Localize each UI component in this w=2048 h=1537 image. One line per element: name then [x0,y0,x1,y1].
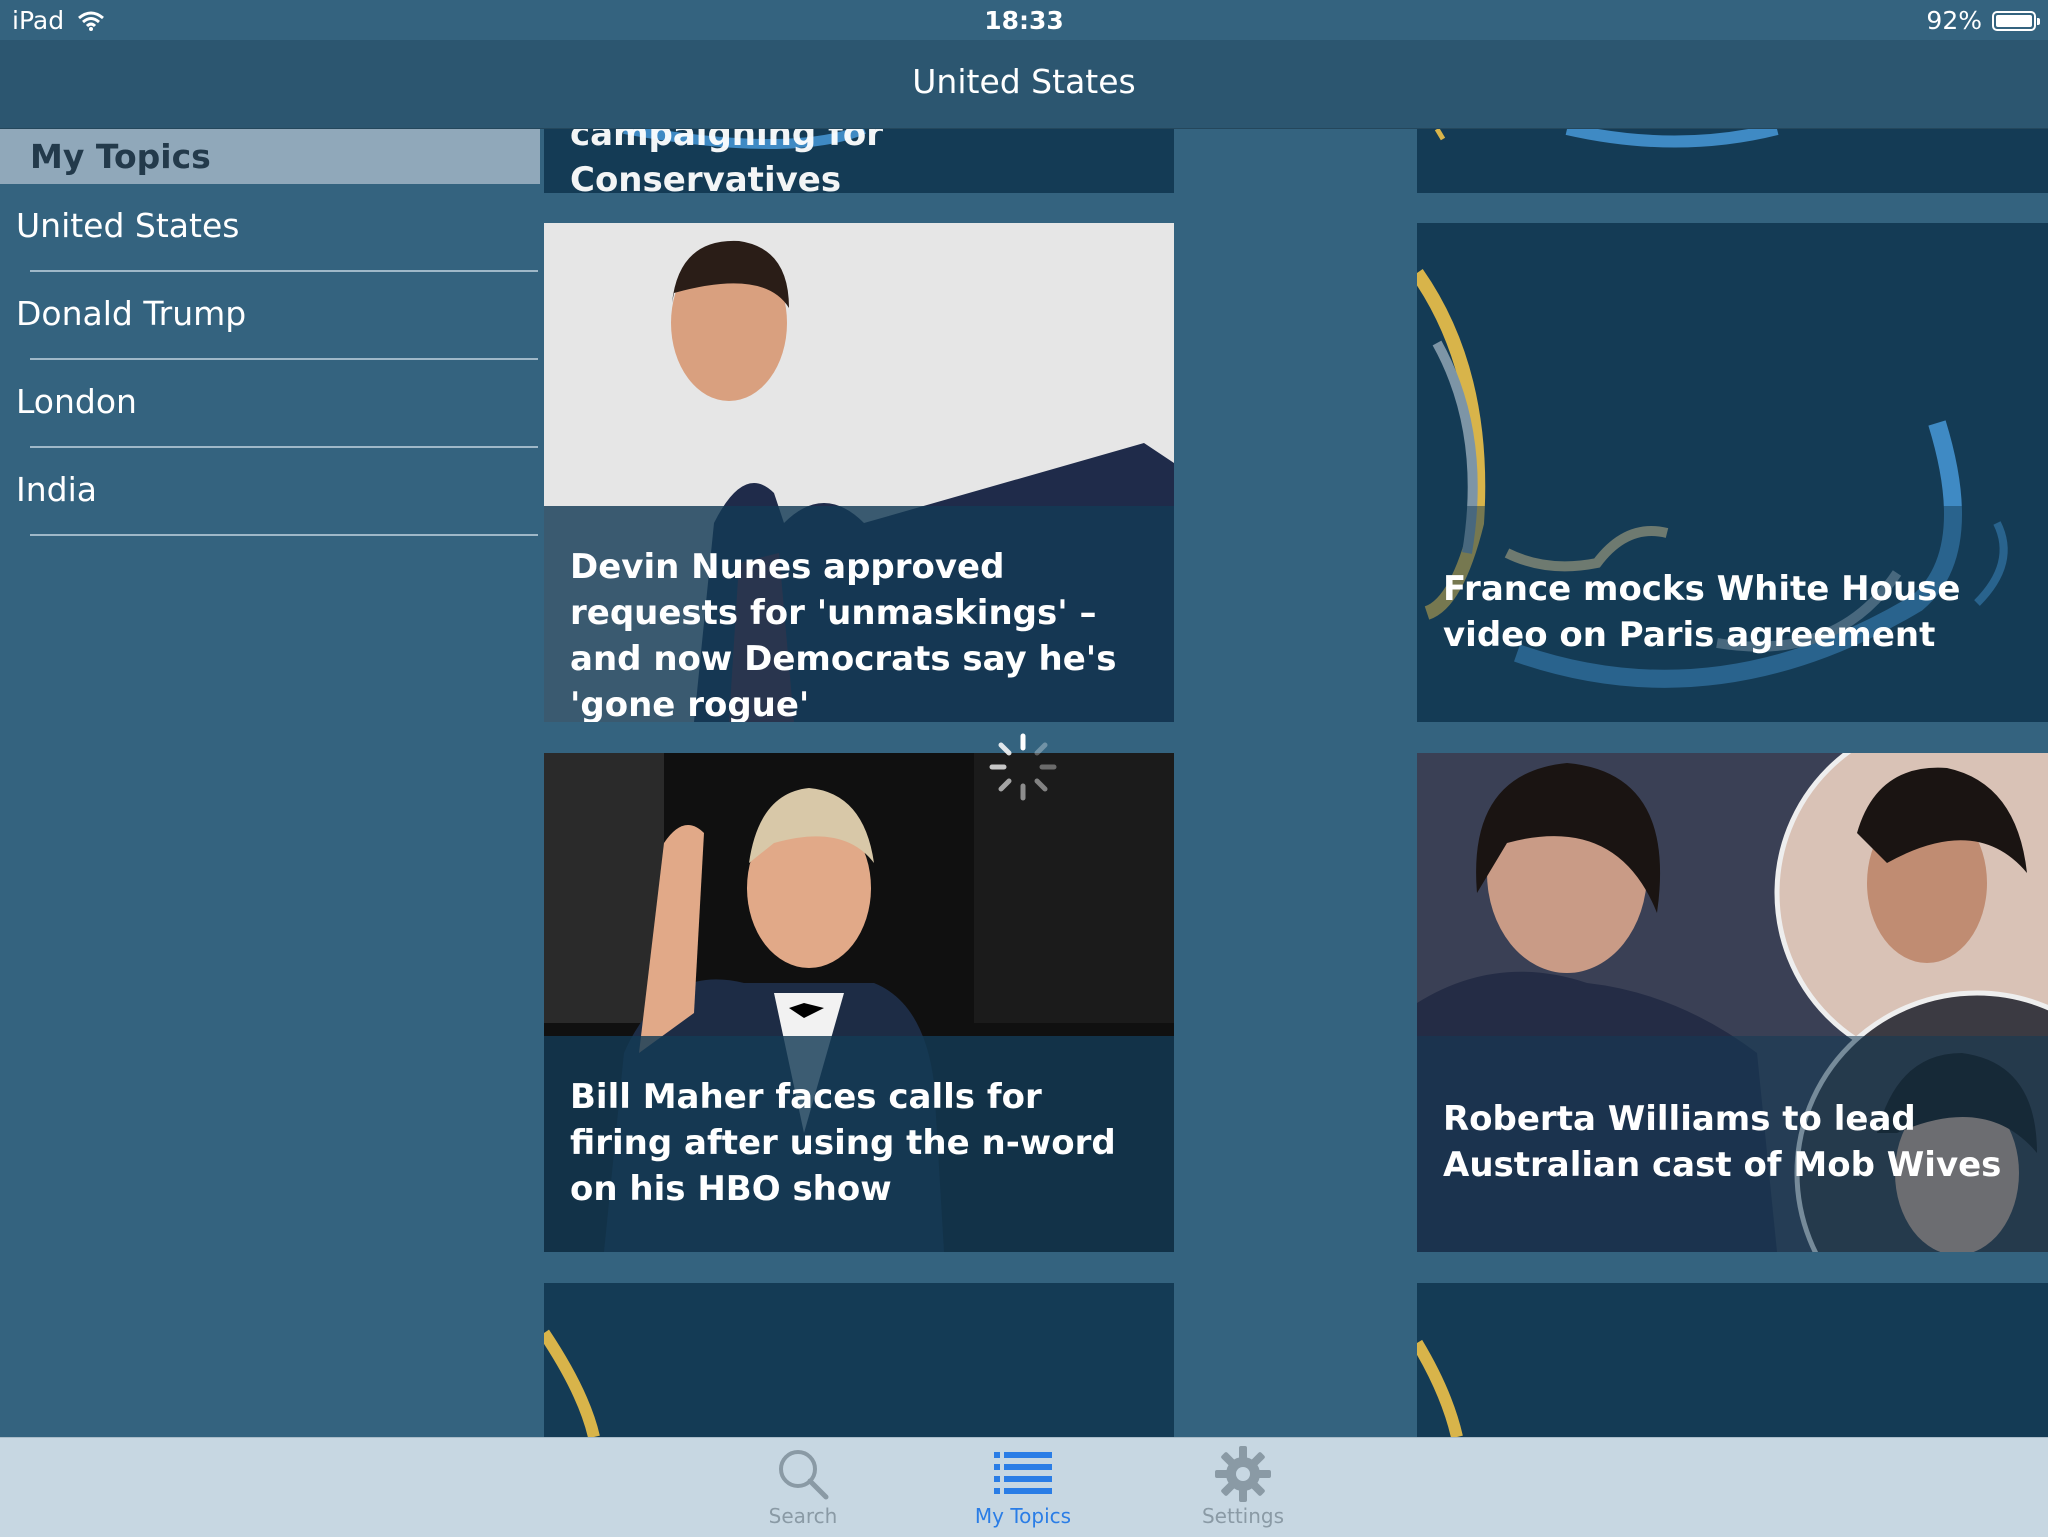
page-title: United States [912,62,1136,101]
headline-overlay: Devin Nunes approved requests for 'unmas… [544,506,1174,722]
news-card[interactable]: campaigning for Conservatives [544,129,1174,193]
news-card[interactable]: France mocks White House video on Paris … [1417,223,2048,722]
placeholder-logo-image [1434,129,1779,148]
loading-spinner-icon [989,733,1057,801]
placeholder-logo-image [1417,1339,1463,1437]
tab-label: Settings [1201,1504,1285,1528]
sidebar-item-india[interactable]: India [0,448,540,536]
divider [30,534,538,536]
sidebar-item-label: London [16,382,137,421]
clock: 18:33 [984,6,1064,35]
sidebar-item-label: Donald Trump [16,294,247,333]
sidebar-item-label: India [16,470,97,509]
news-card[interactable]: Bill Maher faces calls for firing after … [544,753,1174,1252]
list-icon [994,1452,1052,1494]
sidebar-item-united-states[interactable]: United States [0,184,540,272]
search-icon [779,1450,829,1500]
sidebar-item-label: United States [16,206,240,245]
tab-bar: Search My Topics Settings [0,1437,2048,1537]
gear-icon [1215,1446,1271,1502]
placeholder-logo-image [544,1329,600,1437]
tab-label: My Topics [974,1504,1072,1528]
battery-icon [1992,10,2040,31]
tab-settings[interactable]: Settings [1163,1444,1323,1528]
news-card[interactable] [1417,1283,2048,1437]
tab-label: Search [768,1504,838,1528]
news-card[interactable]: Roberta Williams to lead Australian cast… [1417,753,2048,1252]
headline-overlay: Roberta Williams to lead Australian cast… [1417,1036,2048,1252]
card-headline: France mocks White House video on Paris … [1443,569,1961,655]
tab-my-topics[interactable]: My Topics [943,1444,1103,1528]
tab-search[interactable]: Search [723,1444,883,1528]
card-headline: Devin Nunes approved requests for 'unmas… [570,547,1117,722]
news-card[interactable] [1417,129,2048,193]
topics-sidebar: My Topics United States Donald Trump Lon… [0,129,540,1437]
card-headline: campaigning for Conservatives [570,129,883,193]
headline-overlay: Bill Maher faces calls for firing after … [544,1036,1174,1252]
sidebar-header: My Topics [0,129,540,184]
sidebar-item-donald-trump[interactable]: Donald Trump [0,272,540,360]
sidebar-item-london[interactable]: London [0,360,540,448]
news-card[interactable] [544,1283,1174,1437]
battery-percent: 92% [1926,6,1982,35]
status-bar: iPad 18:33 92% [0,0,2048,40]
news-card[interactable]: Devin Nunes approved requests for 'unmas… [544,223,1174,722]
card-headline: Roberta Williams to lead Australian cast… [1443,1099,2002,1185]
headline-overlay: France mocks White House video on Paris … [1417,506,2048,722]
navigation-bar: United States [0,40,2048,129]
card-headline: Bill Maher faces calls for firing after … [570,1077,1116,1209]
